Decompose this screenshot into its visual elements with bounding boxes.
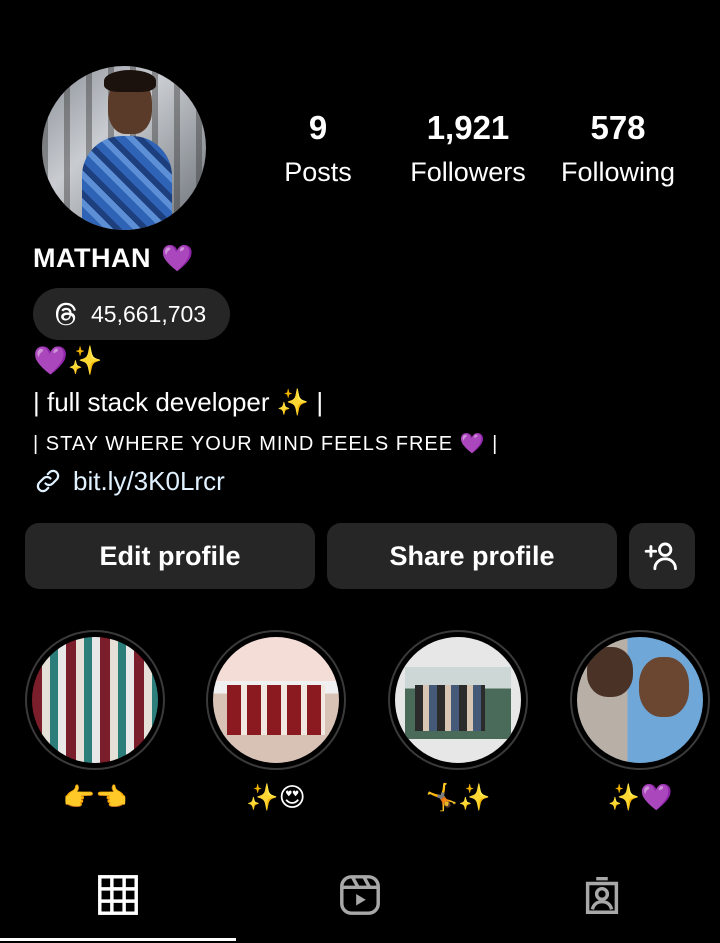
bio-link[interactable]: bit.ly/3K0Lrcr — [33, 464, 225, 498]
profile-page: 9 Posts 1,921 Followers 578 Following MA… — [0, 0, 720, 943]
highlight-2-people — [227, 685, 325, 735]
highlight-1-cover — [32, 637, 158, 763]
reels-icon — [340, 875, 380, 915]
link-icon — [36, 469, 60, 493]
highlight-4-face-right — [639, 657, 689, 717]
active-tab-indicator — [0, 938, 236, 941]
highlight-1[interactable] — [25, 630, 165, 770]
tab-reels[interactable] — [335, 870, 385, 920]
highlight-2-label: ✨😍 — [246, 782, 306, 812]
stat-posts[interactable]: 9 Posts — [270, 108, 366, 192]
profile-avatar[interactable] — [42, 66, 206, 230]
tab-tagged[interactable] — [577, 870, 627, 920]
highlight-3[interactable] — [388, 630, 528, 770]
highlight-3-people — [415, 685, 485, 731]
tagged-icon — [585, 876, 619, 914]
bio-emoji-line: 💜✨ — [33, 345, 103, 376]
bio-line-1: | full stack developer ✨ | — [33, 387, 324, 417]
threads-count: 45,661,703 — [91, 300, 207, 327]
following-count: 578 — [590, 109, 646, 146]
avatar-person-shirt — [82, 136, 172, 230]
profile-name-row: MATHAN 💜 — [33, 243, 194, 274]
highlight-4-face-left — [587, 647, 633, 697]
avatar-person-hair — [104, 70, 156, 92]
highlight-2-cover — [213, 637, 339, 763]
grid-icon — [98, 875, 138, 915]
posts-label: Posts — [284, 157, 352, 187]
stat-followers[interactable]: 1,921 Followers — [398, 108, 538, 192]
highlight-4[interactable] — [570, 630, 710, 770]
edit-profile-button[interactable]: Edit profile — [25, 523, 315, 589]
followers-label: Followers — [410, 157, 526, 187]
followers-count: 1,921 — [426, 109, 510, 146]
add-person-button[interactable] — [629, 523, 695, 589]
following-label: Following — [560, 157, 676, 187]
threads-badge[interactable]: 45,661,703 — [33, 288, 230, 340]
highlight-3-label: 🤸✨ — [425, 782, 491, 812]
posts-count: 9 — [308, 109, 328, 146]
tab-posts-grid[interactable] — [93, 870, 143, 920]
highlight-2[interactable] — [206, 630, 346, 770]
stat-following[interactable]: 578 Following — [548, 108, 688, 192]
highlight-1-label: 👉👈 — [62, 782, 128, 812]
highlight-4-label: ✨💜 — [607, 782, 673, 812]
share-profile-button[interactable]: Share profile — [327, 523, 617, 589]
bio-line-2: | STAY WHERE YOUR MIND FEELS FREE 💜 | — [33, 433, 499, 455]
add-person-icon — [644, 542, 677, 571]
threads-icon — [56, 302, 76, 326]
highlight-4-cover — [577, 637, 703, 763]
profile-name: MATHAN — [33, 243, 151, 273]
name-emoji: 💜 — [160, 243, 194, 273]
bio-link-text: bit.ly/3K0Lrcr — [73, 466, 225, 496]
highlight-3-cover — [395, 637, 521, 763]
